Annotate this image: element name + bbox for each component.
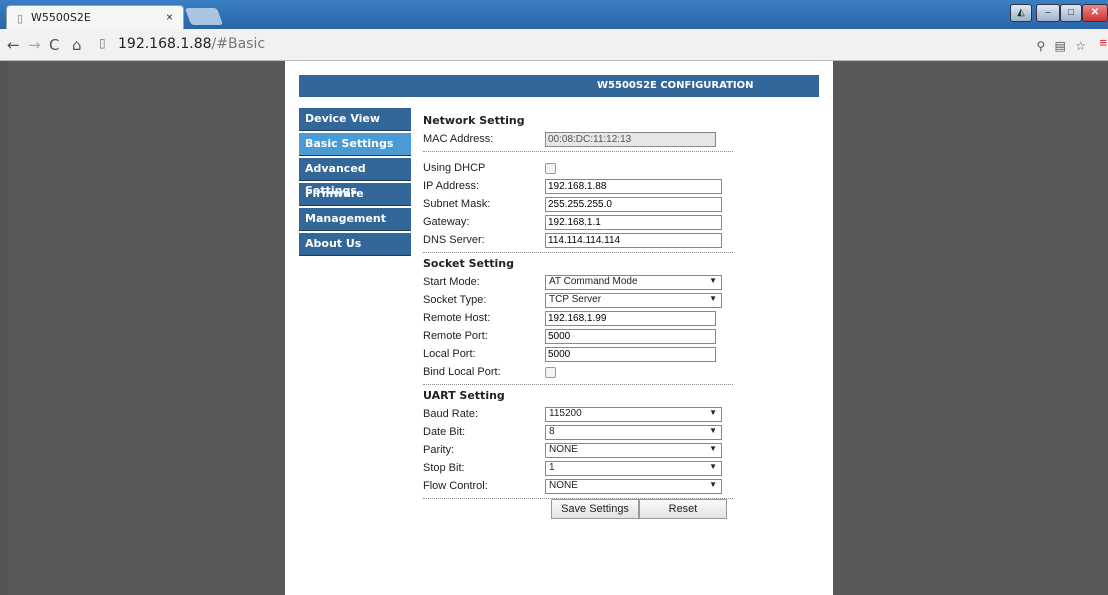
start-mode-select[interactable]: AT Command Mode ▼ [545, 275, 722, 290]
back-icon[interactable]: ← [7, 36, 20, 54]
home-icon[interactable]: ⌂ [72, 36, 82, 54]
chevron-down-icon: ▼ [709, 462, 717, 471]
baud-rate-label: Baud Rate: [423, 408, 479, 420]
data-bit-label: Date Bit: [423, 426, 466, 438]
config-title: W5500S2E CONFIGURATION [597, 80, 754, 91]
local-port-field[interactable] [545, 347, 716, 362]
browser-toolbar: ← → C ⌂ ▯ 192.168.1.88/#Basic ⚲ ▤ ☆ ≡ [0, 29, 1108, 61]
divider [423, 151, 733, 152]
nav-device-view[interactable]: Device View [299, 108, 411, 131]
window-titlebar: ▯ W5500S2E × ◭ – □ ✕ [0, 0, 1108, 30]
mac-label: MAC Address: [423, 133, 494, 145]
chevron-down-icon: ▼ [709, 426, 717, 435]
zoom-icon[interactable]: ⚲ ▤ ☆ [1036, 39, 1089, 53]
remote-host-field[interactable] [545, 311, 716, 326]
nav-basic-settings[interactable]: Basic Settings [299, 133, 411, 156]
data-bit-select[interactable]: 8 ▼ [545, 425, 722, 440]
subnet-label: Subnet Mask: [423, 198, 491, 210]
config-header: W5500S2E CONFIGURATION [299, 75, 819, 97]
tab-title: W5500S2E [31, 11, 91, 24]
chevron-down-icon: ▼ [709, 408, 717, 417]
parity-select[interactable]: NONE ▼ [545, 443, 722, 458]
parity-label: Parity: [423, 444, 455, 456]
divider [423, 384, 733, 385]
page-icon: ▯ [17, 13, 24, 25]
stop-bit-select[interactable]: 1 ▼ [545, 461, 722, 476]
user-icon[interactable]: ◭ [1010, 4, 1032, 22]
socket-type-select[interactable]: TCP Server ▼ [545, 293, 722, 308]
chevron-down-icon: ▼ [709, 294, 717, 303]
divider [423, 252, 733, 253]
nav-advanced-settings[interactable]: Advanced Settings [299, 158, 411, 197]
stop-bit-label: Stop Bit: [423, 462, 465, 474]
subnet-mask-field[interactable] [545, 197, 722, 212]
dns-label: DNS Server: [423, 234, 485, 246]
minimize-button[interactable]: – [1036, 4, 1060, 22]
uart-setting-title: UART Setting [423, 389, 505, 402]
new-tab-button[interactable] [184, 8, 224, 25]
mac-address-field [545, 132, 716, 147]
address-bar[interactable]: ▯ 192.168.1.88/#Basic ⚲ ▤ ☆ [93, 33, 1093, 55]
chevron-down-icon: ▼ [709, 444, 717, 453]
chevron-down-icon: ▼ [709, 480, 717, 489]
remote-port-field[interactable] [545, 329, 716, 344]
url-text: 192.168.1.88/#Basic [118, 36, 266, 52]
bind-local-port-checkbox[interactable] [545, 367, 556, 378]
ip-label: IP Address: [423, 180, 480, 192]
bind-local-port-label: Bind Local Port: [423, 366, 501, 378]
remote-port-label: Remote Port: [423, 330, 488, 342]
tab-close-icon[interactable]: × [166, 10, 173, 24]
maximize-button[interactable]: □ [1060, 4, 1082, 22]
local-port-label: Local Port: [423, 348, 476, 360]
reload-icon[interactable]: C [49, 36, 59, 54]
page-icon: ▯ [99, 36, 106, 50]
network-setting-title: Network Setting [423, 114, 525, 127]
nav-management[interactable]: Management [299, 208, 411, 231]
settings-form: Network Setting MAC Address: Using DHCP … [423, 114, 733, 507]
browser-tab[interactable]: ▯ W5500S2E × [6, 5, 184, 30]
chevron-down-icon: ▼ [709, 276, 717, 285]
dhcp-checkbox[interactable] [545, 163, 556, 174]
socket-type-label: Socket Type: [423, 294, 487, 306]
close-window-button[interactable]: ✕ [1082, 4, 1108, 22]
form-buttons: Save Settings Reset [551, 499, 728, 519]
menu-icon[interactable]: ≡ [1099, 35, 1107, 50]
reset-button[interactable]: Reset [639, 499, 727, 519]
forward-icon[interactable]: → [28, 36, 41, 54]
dhcp-label: Using DHCP [423, 162, 486, 174]
start-mode-label: Start Mode: [423, 276, 480, 288]
nav-firmware[interactable]: Firmware [299, 183, 411, 206]
remote-host-label: Remote Host: [423, 312, 491, 324]
nav-about-us[interactable]: About Us [299, 233, 411, 256]
gateway-label: Gateway: [423, 216, 470, 228]
dns-server-field[interactable] [545, 233, 722, 248]
save-settings-button[interactable]: Save Settings [551, 499, 639, 519]
flow-control-select[interactable]: NONE ▼ [545, 479, 722, 494]
socket-setting-title: Socket Setting [423, 257, 514, 270]
config-nav: Device View Basic Settings Advanced Sett… [299, 108, 411, 258]
gateway-field[interactable] [545, 215, 722, 230]
baud-rate-select[interactable]: 115200 ▼ [545, 407, 722, 422]
flow-control-label: Flow Control: [423, 480, 488, 492]
ip-address-field[interactable] [545, 179, 722, 194]
